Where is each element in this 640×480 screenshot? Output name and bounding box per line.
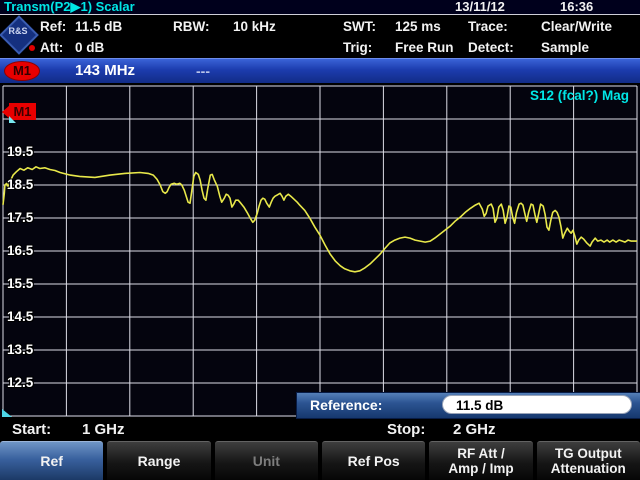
ref-value: 11.5 dB	[75, 17, 122, 37]
reference-entry-bar: Reference: 11.5 dB	[296, 392, 640, 419]
rbw-label: RBW:	[173, 17, 210, 37]
marker-value: ---	[196, 59, 210, 83]
softkey-label: Ref	[40, 453, 63, 469]
measurement-mode-title: Transm(P2▶1) Scalar	[4, 0, 135, 14]
marker-sub-triangle-icon	[9, 116, 16, 123]
softkey-label: RF Att /	[457, 446, 505, 461]
marker-m1-badge[interactable]: M1	[4, 61, 40, 81]
trace-label: Trace:	[468, 17, 508, 37]
detect-label: Detect:	[468, 38, 514, 58]
trace-diagram	[0, 85, 640, 417]
y-axis-tick-label: 12.5	[7, 374, 33, 392]
swt-value: 125 ms	[395, 17, 441, 37]
y-axis-tick-label: 18.5	[7, 176, 33, 194]
reference-entry-label: Reference:	[310, 393, 382, 418]
ref-label: Ref:	[40, 17, 66, 37]
y-axis-tick-label: 16.5	[7, 242, 33, 260]
softkey-label: Range	[138, 453, 181, 469]
softkey-label: Amp / Imp	[448, 461, 513, 476]
y-axis-tick-label: 14.5	[7, 308, 33, 326]
instrument-screen: Transm(P2▶1) Scalar 13/11/12 16:36 R&S R…	[0, 0, 640, 480]
softkey-ref[interactable]: Ref	[0, 441, 103, 480]
trig-label: Trig:	[343, 38, 372, 58]
title-separator	[0, 14, 640, 15]
marker-readout-bar: M1 143 MHz ---	[0, 58, 640, 83]
trig-value: Free Run	[395, 38, 454, 58]
stop-freq-label: Stop:	[387, 419, 425, 441]
softkey-label: TG Output	[555, 446, 622, 461]
softkey-rf-att-amp-imp[interactable]: RF Att /Amp / Imp	[429, 441, 532, 480]
softkey-tg-output-attenuation[interactable]: TG OutputAttenuation	[537, 441, 640, 480]
start-freq-value: 1 GHz	[82, 419, 125, 441]
softkey-unit: Unit	[215, 441, 318, 480]
softkey-ref-pos[interactable]: Ref Pos	[322, 441, 425, 480]
swt-label: SWT:	[343, 17, 376, 37]
stop-freq-value: 2 GHz	[453, 419, 496, 441]
date-display: 13/11/12	[455, 0, 505, 14]
att-label: Att:	[40, 38, 63, 58]
marker-frequency: 143 MHz	[75, 59, 135, 83]
softkey-label: Attenuation	[551, 461, 626, 476]
y-axis-tick-label: 15.5	[7, 275, 33, 293]
rbw-value: 10 kHz	[233, 17, 276, 37]
y-axis-tick-label: 19.5	[7, 143, 33, 161]
status-dot-icon	[29, 45, 35, 51]
y-axis-tick-label: 13.5	[7, 341, 33, 359]
rs-logo-text: R&S	[3, 26, 33, 36]
softkey-bar: RefRangeUnitRef PosRF Att /Amp / ImpTG O…	[0, 441, 640, 480]
time-display: 16:36	[560, 0, 593, 14]
display-line-corner-icon	[2, 409, 12, 417]
start-freq-label: Start:	[12, 419, 51, 441]
trace-value: Clear/Write	[541, 17, 612, 37]
reference-input[interactable]: 11.5 dB	[442, 395, 632, 414]
y-axis-tick-label: 17.5	[7, 209, 33, 227]
detect-value: Sample	[541, 38, 589, 58]
softkey-label: Ref Pos	[348, 453, 400, 469]
att-value: 0 dB	[75, 38, 104, 58]
softkey-label: Unit	[253, 453, 280, 469]
softkey-range[interactable]: Range	[107, 441, 210, 480]
trace-math-label: S12 (fcal?) Mag	[530, 88, 629, 103]
